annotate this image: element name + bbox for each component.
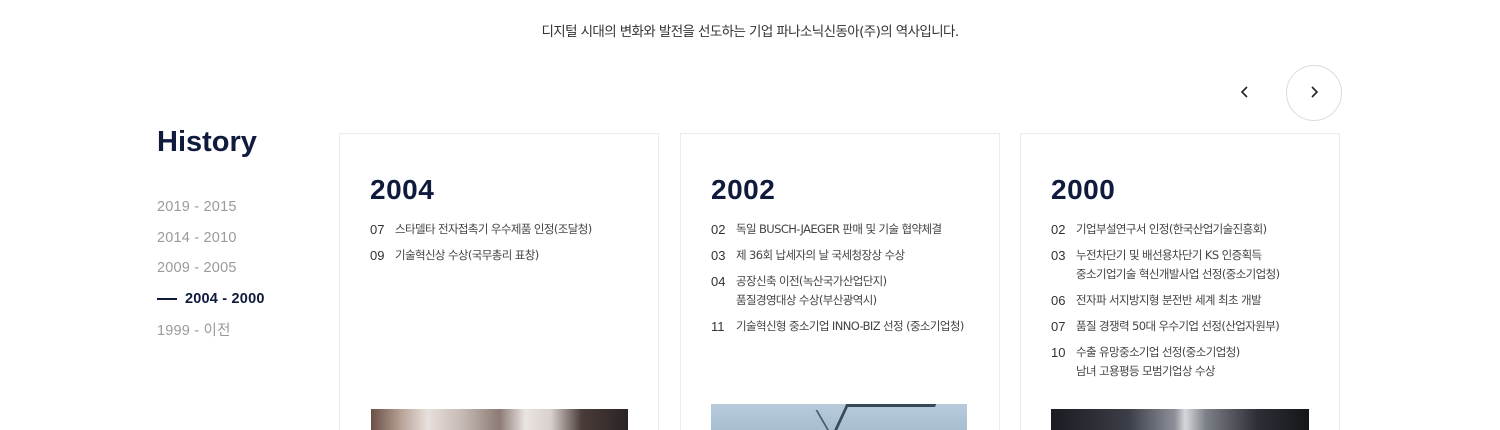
event-text: 제 36회 납세자의 날 국세청장상 수상 [736,248,905,262]
event-month: 11 [711,319,725,334]
event-text: 남녀 고용평등 모범기업상 수상 [1076,364,1216,378]
history-card-2002: 2002 02 독일 BUSCH-JAEGER 판매 및 기술 협약체결 03 … [680,133,1000,430]
event-item: 02 독일 BUSCH-JAEGER 판매 및 기술 협약체결 [711,220,991,239]
event-list: 07 스타델타 전자접촉기 우수제품 인정(조달청) 09 기술혁신상 수상(국… [370,220,650,272]
period-item-2019-2015[interactable]: 2019 - 2015 [157,192,265,223]
history-card-2000: 2000 02 기업부설연구서 인정(한국산업기술진흥회) 03 누전차단기 및… [1020,133,1340,430]
event-item: 03 제 36회 납세자의 날 국세청장상 수상 [711,246,991,265]
period-item-2014-2010[interactable]: 2014 - 2010 [157,223,265,254]
event-text: 스타델타 전자접촉기 우수제품 인정(조달청) [395,222,592,236]
period-label: 2014 - 2010 [157,229,237,246]
card-year: 2000 [1051,174,1116,205]
period-label: 2004 - 2000 [185,290,265,307]
period-label: 2019 - 2015 [157,199,237,216]
event-item: 09 기술혁신상 수상(국무총리 표창) [370,246,650,265]
history-title: History [157,126,257,158]
event-month: 02 [1051,222,1066,237]
event-month: 10 [1051,345,1066,360]
event-text: 독일 BUSCH-JAEGER 판매 및 기술 협약체결 [736,222,942,236]
event-month: 02 [711,222,726,237]
card-year: 2004 [370,174,435,205]
event-item: 10 수출 유망중소기업 선정(중소기업청) 남녀 고용평등 모범기업상 수상 [1051,343,1331,381]
page-intro-text: 디지털 시대의 변화와 발전을 선도하는 기업 파나소닉신동아(주)의 역사입니… [541,24,959,40]
period-item-1999-before[interactable]: 1999 - 이전 [157,314,265,345]
event-month: 06 [1051,293,1066,308]
event-month: 03 [711,248,726,263]
card-year: 2002 [711,174,776,205]
event-month: 03 [1051,248,1066,263]
event-text: 수출 유망중소기업 선정(중소기업청) [1076,345,1240,359]
card-photo [1051,409,1309,430]
event-text: 공장신축 이전(녹산국가산업단지) [736,274,887,288]
prev-button[interactable] [1217,65,1273,121]
event-item: 07 스타델타 전자접촉기 우수제품 인정(조달청) [370,220,650,239]
event-list: 02 기업부설연구서 인정(한국산업기술진흥회) 03 누전차단기 및 배선용차… [1051,220,1331,388]
event-text: 전자파 서지방지형 분전반 세계 최초 개발 [1076,293,1262,307]
event-text: 품질 경쟁력 50대 우수기업 선정(산업자원부) [1076,319,1280,333]
event-item: 02 기업부설연구서 인정(한국산업기술진흥회) [1051,220,1331,239]
event-month: 07 [1051,319,1066,334]
event-text: 기술혁신형 중소기업 INNO-BIZ 선정 (중소기업청) [736,319,964,333]
event-text: 중소기업기술 혁신개발사업 선정(중소기업청) [1076,267,1280,281]
event-item: 06 전자파 서지방지형 분전반 세계 최초 개발 [1051,291,1331,310]
event-text: 품질경영대상 수상(부산광역시) [736,293,877,307]
event-month: 07 [370,222,385,237]
event-month: 09 [370,248,385,263]
event-item: 03 누전차단기 및 배선용차단기 KS 인증획득 중소기업기술 혁신개발사업 … [1051,246,1331,284]
chevron-right-icon [1307,84,1321,103]
next-button[interactable] [1286,65,1342,121]
period-item-2009-2005[interactable]: 2009 - 2005 [157,253,265,284]
event-text: 누전차단기 및 배선용차단기 KS 인증획득 [1076,248,1262,262]
active-indicator [157,297,177,300]
period-label: 1999 - 이전 [157,322,231,339]
event-item: 07 품질 경쟁력 50대 우수기업 선정(산업자원부) [1051,317,1331,336]
event-item: 04 공장신축 이전(녹산국가산업단지) 품질경영대상 수상(부산광역시) [711,272,991,310]
event-month: 04 [711,274,726,289]
history-card-2004: 2004 07 스타델타 전자접촉기 우수제품 인정(조달청) 09 기술혁신상… [339,133,659,430]
period-nav: 2019 - 2015 2014 - 2010 2009 - 2005 2004… [157,192,265,345]
event-text: 기업부설연구서 인정(한국산업기술진흥회) [1076,222,1267,236]
period-label: 2009 - 2005 [157,260,237,277]
period-item-2004-2000[interactable]: 2004 - 2000 [157,284,265,315]
event-item: 11 기술혁신형 중소기업 INNO-BIZ 선정 (중소기업청) [711,317,991,336]
event-text: 기술혁신상 수상(국무총리 표창) [395,248,539,262]
card-photo [371,409,628,430]
chevron-left-icon [1238,84,1252,103]
card-photo [711,404,967,430]
event-list: 02 독일 BUSCH-JAEGER 판매 및 기술 협약체결 03 제 36회… [711,220,991,343]
